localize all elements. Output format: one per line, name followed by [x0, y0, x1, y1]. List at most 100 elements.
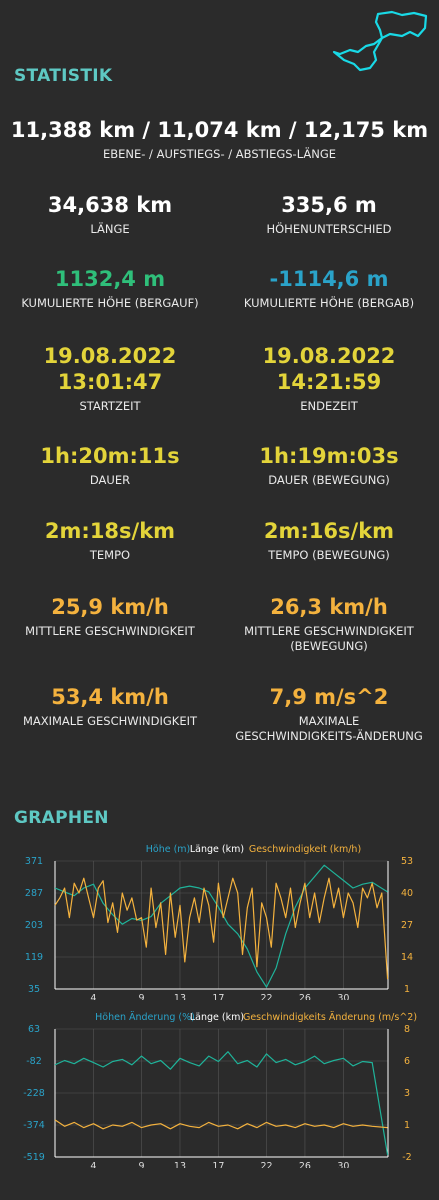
series-line — [54, 1119, 388, 1130]
legend-entry: Länge (km) — [190, 1012, 244, 1023]
stat-start-time: 13:01:47 — [57, 370, 163, 394]
y-left-tick-label: 63 — [28, 1024, 40, 1035]
stat-max-accel-label: MAXIMALE GESCHWINDIGKEITS-ÄNDERUNG — [219, 714, 439, 744]
stat-duration-moving: 1h:19m:03s DAUER (BEWEGUNG) — [219, 443, 439, 488]
series-line — [54, 877, 389, 980]
stat-max-speed-value: 53,4 km/h — [51, 685, 169, 709]
x-tick-label: 30 — [337, 1161, 349, 1168]
stat-max-speed-label: MAXIMALE GESCHWINDIGKEIT — [22, 714, 198, 728]
series-line — [54, 1051, 389, 1156]
x-tick-label: 17 — [212, 1161, 224, 1168]
statistics-heading: STATISTIK — [14, 66, 113, 86]
stat-start-date: 19.08.2022 — [43, 344, 177, 368]
stat-climb-up-label: KUMULIERTE HÖHE (BERGAUF) — [21, 296, 199, 310]
stat-climb-down: -1114,6 m KUMULIERTE HÖHE (BERGAB) — [219, 266, 439, 311]
elevation-speed-chart[interactable]: Höhe (m) Länge (km) Geschwindigkeit (km/h)… — [0, 840, 439, 1000]
stat-start: 19.08.2022 13:01:47 STARTZEIT — [0, 343, 220, 414]
stat-lengths: 11,388 km / 11,074 km / 12,175 km EBENE-… — [0, 117, 439, 162]
legend-entry: Geschwindigkeit (km/h) — [249, 844, 361, 855]
stat-avg-speed-moving-value: 26,3 km/h — [270, 595, 388, 619]
y-left-tick-label: 119 — [25, 952, 43, 963]
stat-max-speed: 53,4 km/h MAXIMALE GESCHWINDIGKEIT — [0, 684, 220, 729]
y-left-tick-label: 371 — [25, 856, 43, 867]
stat-height-diff-value: 335,6 m — [281, 193, 377, 217]
stat-avg-speed-moving-label-2: (BEWEGUNG) — [290, 639, 368, 653]
y-left-tick-label: 35 — [28, 984, 40, 995]
y-left-tick-label: 287 — [25, 888, 43, 899]
x-tick-label: 9 — [138, 1161, 144, 1168]
stat-duration-moving-value: 1h:19m:03s — [259, 444, 399, 468]
stat-lengths-label: EBENE- / AUFSTIEGS- / ABSTIEGS-LÄNGE — [102, 147, 337, 161]
legend-entry: Höhen Änderung (%) — [95, 1012, 195, 1023]
route-map-thumbnail — [332, 10, 428, 72]
stat-avg-speed-moving-label: MITTLERE GESCHWINDIGKEIT (BEWEGUNG) — [219, 624, 439, 654]
stat-pace: 2m:18s/km TEMPO — [0, 518, 220, 563]
stat-avg-speed-value: 25,9 km/h — [51, 595, 169, 619]
stat-avg-speed: 25,9 km/h MITTLERE GESCHWINDIGKEIT — [0, 594, 220, 639]
series-line — [54, 864, 388, 988]
stat-duration: 1h:20m:11s DAUER — [0, 443, 220, 488]
y-right-tick-label: 1 — [404, 984, 410, 995]
stat-climb-down-value: -1114,6 m — [269, 267, 389, 291]
y-right-tick-label: 14 — [401, 952, 413, 963]
x-tick-label: 22 — [260, 1161, 272, 1168]
stat-duration-value: 1h:20m:11s — [40, 444, 180, 468]
stat-avg-speed-moving-label-1: MITTLERE GESCHWINDIGKEIT — [244, 624, 414, 638]
stat-length: 34,638 km LÄNGE — [0, 192, 220, 237]
stat-height-diff-label: HÖHENUNTERSCHIED — [266, 222, 392, 236]
stat-pace-moving-label: TEMPO (BEWEGUNG) — [268, 548, 390, 562]
legend-entry: Länge (km) — [190, 844, 244, 855]
stat-length-value: 34,638 km — [47, 193, 173, 217]
stat-end: 19.08.2022 14:21:59 ENDEZEIT — [219, 343, 439, 414]
y-left-tick-label: 203 — [25, 920, 43, 931]
stat-climb-up: 1132,4 m KUMULIERTE HÖHE (BERGAUF) — [0, 266, 220, 311]
stat-climb-up-value: 1132,4 m — [54, 267, 166, 291]
y-right-tick-label: 8 — [404, 1024, 410, 1035]
elevation-change-acceleration-chart[interactable]: Höhen Änderung (%)Länge (km)Geschwindigk… — [0, 1008, 439, 1168]
legend-entry: Geschwindigkeits Änderung (m/s^2) — [243, 1012, 417, 1023]
stat-pace-moving-value: 2m:16s/km — [263, 519, 395, 543]
stat-end-date: 19.08.2022 — [262, 344, 396, 368]
stat-end-label: ENDEZEIT — [300, 399, 358, 413]
legend-entry: Höhe (m) — [146, 844, 191, 855]
x-tick-label: 26 — [299, 993, 311, 1000]
stat-avg-speed-moving: 26,3 km/h MITTLERE GESCHWINDIGKEIT (BEWE… — [219, 594, 439, 654]
y-left-tick-label: -82 — [26, 1056, 42, 1067]
x-tick-label: 9 — [138, 993, 144, 1000]
x-tick-label: 26 — [299, 1161, 311, 1168]
y-right-tick-label: 6 — [404, 1056, 410, 1067]
x-tick-label: 30 — [337, 993, 349, 1000]
stat-pace-label: TEMPO — [89, 548, 131, 562]
stat-length-label: LÄNGE — [90, 222, 130, 236]
x-tick-label: 13 — [174, 993, 186, 1000]
stat-start-label: STARTZEIT — [79, 399, 141, 413]
y-left-tick-label: -374 — [23, 1120, 45, 1131]
y-right-tick-label: 1 — [404, 1120, 410, 1131]
stat-max-accel-label-2: GESCHWINDIGKEITS-ÄNDERUNG — [235, 729, 423, 743]
y-left-tick-label: -228 — [23, 1088, 45, 1099]
y-left-tick-label: -519 — [23, 1152, 45, 1163]
stat-pace-value: 2m:18s/km — [44, 519, 176, 543]
y-right-tick-label: 40 — [401, 888, 413, 899]
y-right-tick-label: 53 — [401, 856, 413, 867]
x-tick-label: 4 — [90, 1161, 96, 1168]
x-tick-label: 22 — [260, 993, 272, 1000]
x-tick-label: 17 — [212, 993, 224, 1000]
stat-duration-label: DAUER — [89, 473, 131, 487]
graphs-heading: GRAPHEN — [14, 808, 109, 828]
y-right-tick-label: 3 — [404, 1088, 410, 1099]
stat-climb-down-label: KUMULIERTE HÖHE (BERGAB) — [243, 296, 415, 310]
stat-lengths-value: 11,388 km / 11,074 km / 12,175 km — [10, 118, 429, 142]
x-tick-label: 13 — [174, 1161, 186, 1168]
stat-pace-moving: 2m:16s/km TEMPO (BEWEGUNG) — [219, 518, 439, 563]
stat-end-time: 14:21:59 — [276, 370, 382, 394]
stat-max-accel-label-1: MAXIMALE — [298, 714, 360, 728]
stat-height-diff: 335,6 m HÖHENUNTERSCHIED — [219, 192, 439, 237]
stat-max-accel: 7,9 m/s^2 MAXIMALE GESCHWINDIGKEITS-ÄNDE… — [219, 684, 439, 744]
stat-avg-speed-label: MITTLERE GESCHWINDIGKEIT — [25, 624, 195, 638]
x-tick-label: 4 — [90, 993, 96, 1000]
stat-max-accel-value: 7,9 m/s^2 — [269, 685, 389, 709]
y-right-tick-label: 27 — [401, 920, 413, 931]
stat-duration-moving-label: DAUER (BEWEGUNG) — [268, 473, 390, 487]
y-right-tick-label: -2 — [402, 1152, 411, 1163]
